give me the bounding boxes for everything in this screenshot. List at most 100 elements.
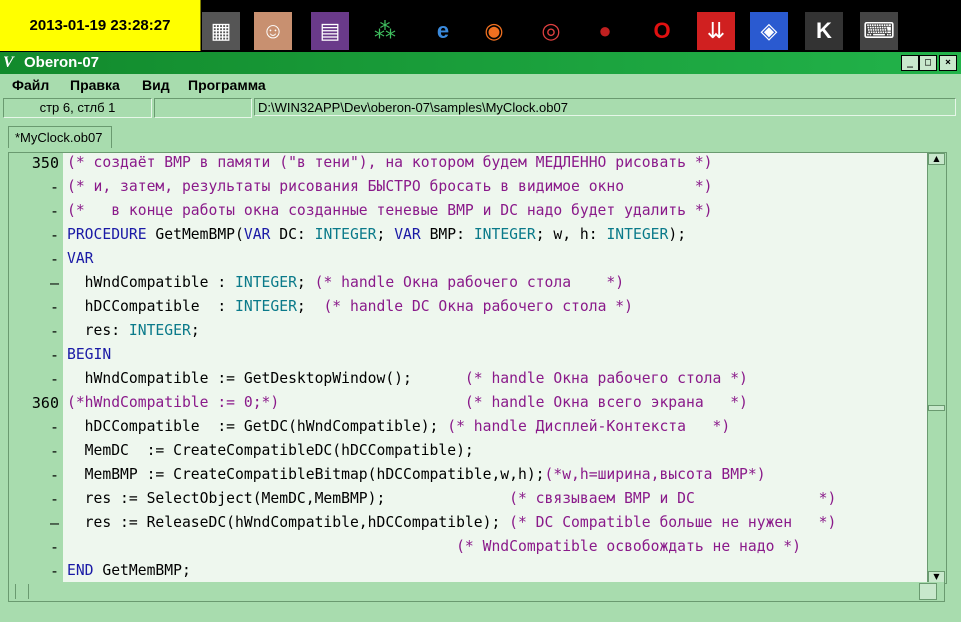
window-title: Oberon-07	[24, 54, 100, 71]
code-token-plain: hWndCompatible := GetDesktopWindow();	[67, 370, 465, 387]
menu-file[interactable]: Файл	[12, 77, 49, 93]
code-line: hDCCompatible : INTEGER; (* handle DC Ок…	[67, 295, 633, 319]
vertical-scroll-thumb[interactable]	[928, 405, 945, 411]
code-line: res := SelectObject(MemDC,MemBMP); (* св…	[67, 487, 837, 511]
line-number-gutter: 350 - - - - – - - - - 360 - - - - – - -	[9, 153, 63, 583]
internet-explorer-icon[interactable]: e	[424, 12, 462, 50]
horizontal-scrollbar[interactable]	[8, 582, 945, 602]
title-bar[interactable]: V Oberon-07 _ □ ×	[0, 52, 961, 74]
network-icon[interactable]: ⁂	[366, 12, 404, 50]
line-number: -	[49, 466, 59, 484]
line-number: -	[49, 562, 59, 580]
keyboard-icon[interactable]: ⌨	[860, 12, 898, 50]
code-token-kw: VAR	[394, 226, 421, 243]
code-token-kw: END	[67, 562, 94, 579]
code-token-cm: (* handle DC Окна рабочего стола *)	[323, 298, 633, 315]
code-token-kw: PROCEDURE	[67, 226, 147, 243]
code-token-cm: (* связываем BMP и DC *)	[509, 490, 837, 507]
code-token-cm: (* в конце работы окна созданные теневые…	[67, 202, 713, 219]
winrar-icon[interactable]: ▤	[311, 12, 349, 50]
scroll-corner-button[interactable]	[919, 583, 937, 600]
line-number: -	[49, 346, 59, 364]
tab-myclock[interactable]: *MyClock.ob07	[8, 126, 112, 148]
code-line: hWndCompatible : INTEGER; (* handle Окна…	[67, 271, 624, 295]
code-token-plain: );	[668, 226, 687, 243]
line-number: -	[49, 202, 59, 220]
menu-program[interactable]: Программа	[188, 77, 266, 93]
line-number: -	[49, 178, 59, 196]
code-line: VAR	[67, 247, 94, 271]
code-token-plain: res := SelectObject(MemDC,MemBMP);	[67, 490, 510, 507]
blue-target-icon[interactable]: ◈	[750, 12, 788, 50]
code-token-plain: ;	[376, 226, 395, 243]
menu-view[interactable]: Вид	[142, 77, 170, 93]
code-token-cm: (* handle Дисплей-Контекста *)	[447, 418, 731, 435]
code-token-ty: INTEGER	[128, 322, 191, 339]
app-icon: V	[3, 54, 14, 71]
code-line: (* в конце работы окна созданные теневые…	[67, 199, 713, 223]
code-line: (* создаёт BMP в памяти ("в тени"), на к…	[67, 153, 713, 175]
line-number: -	[49, 322, 59, 340]
firefox-icon[interactable]: ◉	[475, 12, 513, 50]
down-arrows-icon[interactable]: ⇊	[697, 12, 735, 50]
code-line: BEGIN	[67, 343, 111, 367]
line-number: -	[49, 442, 59, 460]
code-line: hDCCompatible := GetDC(hWndCompatible); …	[67, 415, 731, 439]
code-token-plain: res:	[67, 322, 129, 339]
line-number: –	[49, 274, 59, 292]
anime-face-icon[interactable]: ☺	[254, 12, 292, 50]
line-number: -	[49, 250, 59, 268]
code-token-plain: res := ReleaseDC(hWndCompatible,hDCCompa…	[67, 514, 510, 531]
grid-icon[interactable]: ▦	[202, 12, 240, 50]
code-token-ty: INTEGER	[235, 274, 297, 291]
minimize-button[interactable]: _	[901, 55, 919, 71]
taskbar: 2013-01-19 23:28:27 ▦ ☺ ▤ ⁂ e ◉ ◎ ● O ⇊ …	[0, 0, 961, 52]
code-area[interactable]: (* создаёт BMP в памяти ("в тени"), на к…	[65, 153, 925, 583]
code-token-cm: (*w,h=ширина,высота BMP*)	[544, 466, 766, 483]
code-token-ty: INTEGER	[473, 226, 536, 243]
line-number: -	[49, 370, 59, 388]
code-token-cm: (* handle Окна рабочего стола *)	[314, 274, 625, 291]
code-token-plain: MemDC := CreateCompatibleDC(hDCCompatibl…	[67, 442, 474, 459]
code-token-cm: (* handle Окна рабочего стола *)	[464, 370, 748, 387]
maximize-button[interactable]: □	[919, 55, 937, 71]
chrome-icon[interactable]: ◎	[532, 12, 570, 50]
code-token-ty: INTEGER	[314, 226, 377, 243]
line-number: -	[49, 538, 59, 556]
menu-edit[interactable]: Правка	[70, 77, 120, 93]
scroll-up-button[interactable]: ▲	[928, 153, 945, 165]
code-line: res := ReleaseDC(hWndCompatible,hDCCompa…	[67, 511, 837, 535]
code-token-plain: DC:	[270, 226, 315, 243]
code-token-cm: (* и, затем, результаты рисования БЫСТРО…	[67, 178, 713, 195]
code-token-plain: hWndCompatible :	[67, 274, 236, 291]
menu-bar: Файл Правка Вид Программа	[0, 74, 961, 96]
code-token-plain: GetMemBMP;	[93, 562, 191, 579]
vertical-scrollbar[interactable]: ▲ ▼	[927, 153, 946, 583]
horizontal-scroll-thumb[interactable]	[15, 584, 29, 599]
code-line: hWndCompatible := GetDesktopWindow(); (*…	[67, 367, 748, 391]
code-token-cm: (* WndCompatible освобождать не надо *)	[456, 538, 801, 555]
opera-icon[interactable]: O	[643, 12, 681, 50]
line-number: -	[49, 490, 59, 508]
code-token-kw: BEGIN	[67, 346, 112, 363]
k-icon[interactable]: K	[805, 12, 843, 50]
code-token-plain: hDCCompatible := GetDC(hWndCompatible);	[67, 418, 448, 435]
code-token-kw: VAR	[243, 226, 271, 243]
code-line: res: INTEGER;	[67, 319, 200, 343]
line-number: -	[49, 418, 59, 436]
line-number: -	[49, 226, 59, 244]
code-line: MemBMP := CreateCompatibleBitmap(hDCComp…	[67, 463, 766, 487]
code-line: (* WndCompatible освобождать не надо *)	[67, 535, 801, 559]
code-token-plain: ;	[296, 274, 315, 291]
code-token-plain: ; w, h:	[535, 226, 607, 243]
close-button[interactable]: ×	[939, 55, 957, 71]
line-number: 360	[31, 394, 59, 412]
tab-row: *MyClock.ob07	[0, 122, 961, 152]
red-app-icon[interactable]: ●	[586, 12, 624, 50]
code-line: (*hWndCompatible := 0;*) (* handle Окна …	[67, 391, 748, 415]
code-editor[interactable]: 350 - - - - – - - - - 360 - - - - – - - (* создаёт BMP в …	[8, 152, 947, 584]
line-number: 350	[31, 154, 59, 172]
code-token-ty: INTEGER	[235, 298, 297, 315]
code-token-plain: ;	[296, 298, 324, 315]
